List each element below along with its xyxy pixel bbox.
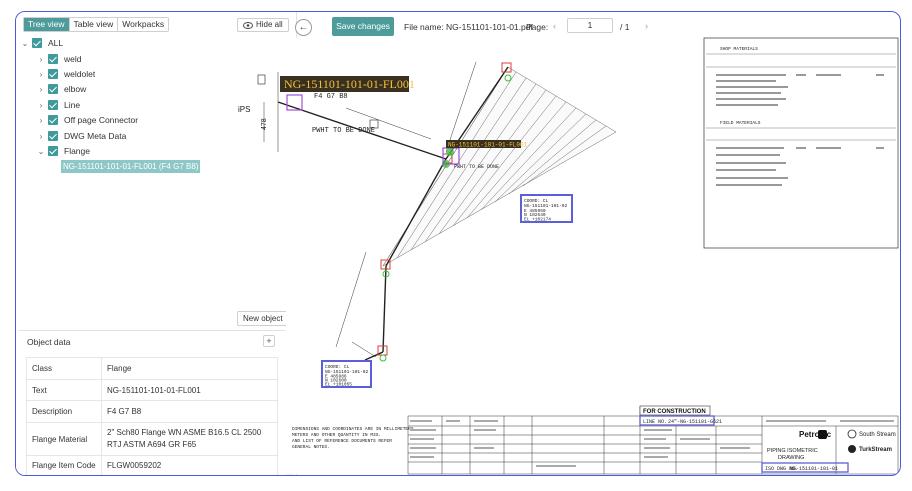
drawing-canvas[interactable]: NG-151101-101-01-FL001 F4 G7 B8 NG-15110… <box>16 12 901 476</box>
app-frame: Tree view Table view Workpacks ⌄ ALL › w… <box>15 11 901 476</box>
elbow-marker[interactable] <box>446 148 454 156</box>
flange-description: F4 G7 B8 <box>314 93 348 101</box>
dimension-478: 478 <box>261 118 268 130</box>
bill-of-materials <box>703 37 899 249</box>
line-no-value: 24"-NG-151101-G521 <box>668 419 722 425</box>
coord-text: EL +102174 <box>524 217 551 223</box>
general-note: METERS AND OTHER QUANTITY IN M3S. <box>292 432 381 438</box>
for-construction-text: FOR CONSTRUCTION <box>643 409 706 415</box>
flange-label-text: NG-151101-101-01-FL001 <box>284 77 415 91</box>
general-note: DIMENSIONS AND COORDINATES ARE IN MILLIM… <box>292 426 416 432</box>
coord-text: EL +101055 <box>325 382 352 388</box>
line-no-label: LINE NO. <box>643 419 667 425</box>
shop-materials-heading: SHOP MATERIALS <box>720 46 758 52</box>
general-note: GENERAL NOTES. <box>292 444 330 450</box>
south-stream-logo: South Stream <box>859 432 896 438</box>
dwg-no-value: NG-151101-101-01 <box>790 466 838 472</box>
ips-label: iPS <box>238 105 250 114</box>
petrofac-logo-icon <box>818 430 827 439</box>
coordinate-box-upper[interactable]: COORD: CL NG-151101-101-02 E 485950 N 10… <box>520 194 573 223</box>
turkstream-icon <box>848 445 856 453</box>
coordinate-box-lower[interactable]: COORD: CL NG-151101-101-02 E 485986 N 10… <box>321 360 372 388</box>
iso-drawing-title: DRAWING <box>778 455 804 461</box>
weld-number-box <box>257 74 266 85</box>
general-note: AND LIST OF REFERENCE DOCUMENTS REFER <box>292 438 392 444</box>
pwht-note: PWHT TO BE DONE <box>454 164 499 170</box>
iso-drawing-title: PIPING ISOMETRIC <box>767 448 818 454</box>
flange-label-text-small: NG-151101-101-01-FL001 <box>448 142 528 149</box>
turkstream-logo: TurkStream <box>859 447 892 453</box>
field-materials-heading: FIELD MATERIALS <box>720 120 761 126</box>
pwht-note: PWHT TO BE DONE <box>312 127 375 135</box>
